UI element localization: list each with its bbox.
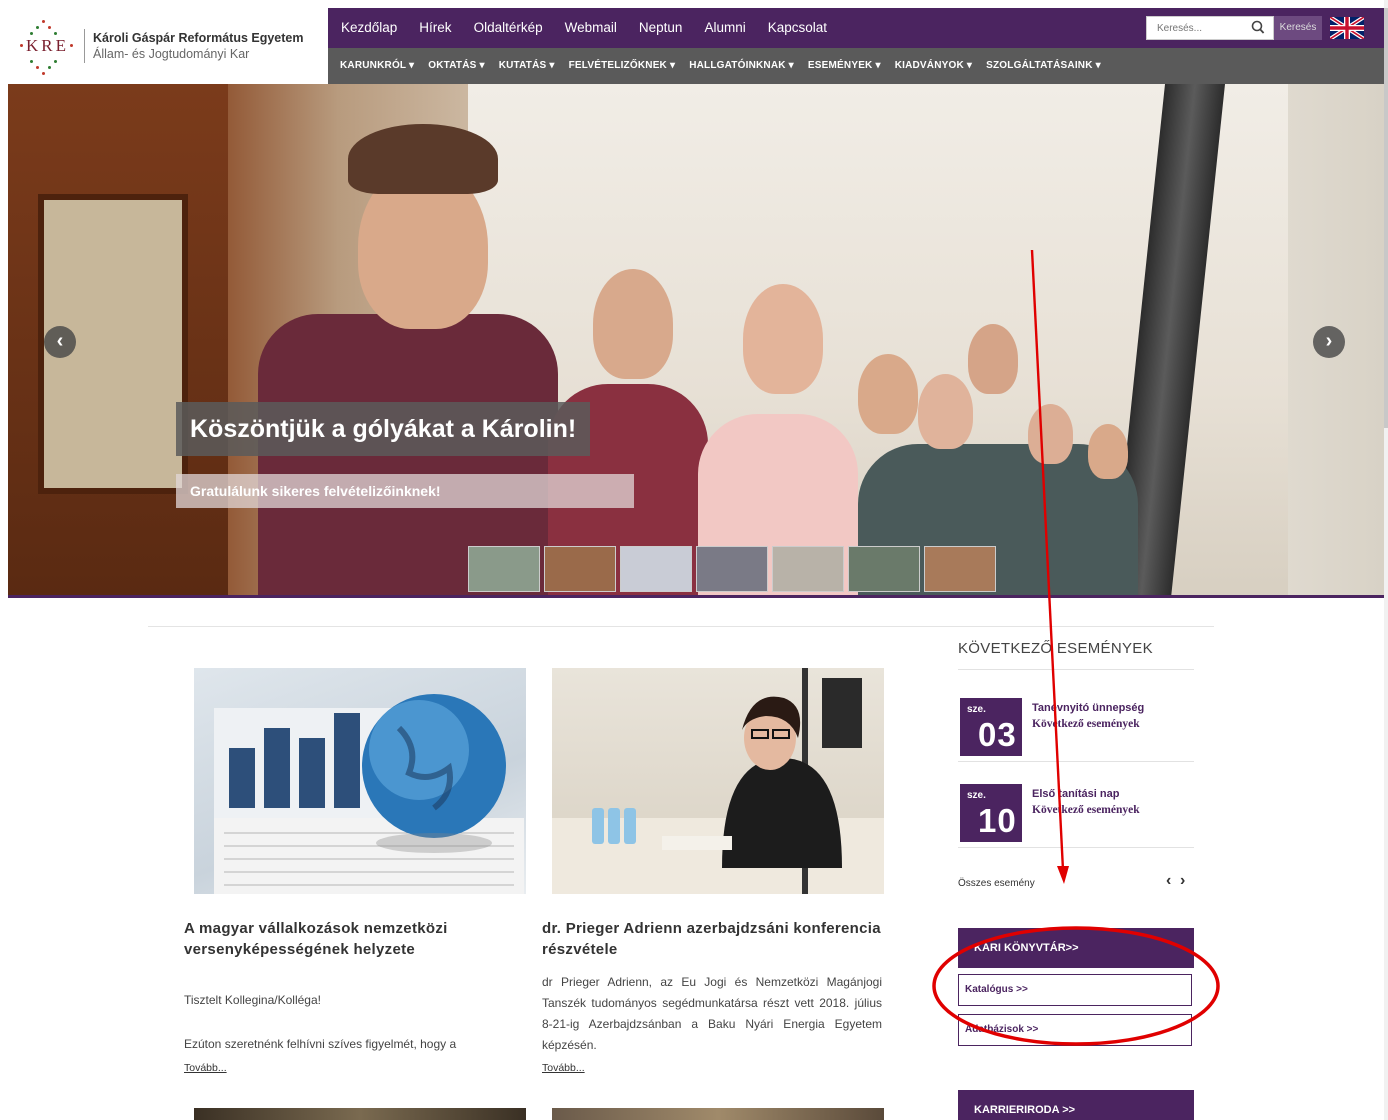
chart-globe-illustration: [214, 694, 524, 894]
chevron-right-icon[interactable]: ›: [1313, 326, 1345, 358]
event-date-box: sze. 10: [960, 784, 1022, 842]
top-link-alumni[interactable]: Alumni: [704, 20, 745, 35]
event-day: 03: [978, 716, 1017, 753]
logo-mark-text: KRE: [26, 36, 69, 55]
page: KRE Károli Gáspár Református Egyetem Áll…: [0, 0, 1388, 1120]
site-header: KRE Károli Gáspár Református Egyetem Áll…: [0, 8, 1384, 84]
top-link-kapcsolat[interactable]: Kapcsolat: [768, 20, 827, 35]
sidebar: KÖVETKEZŐ ESEMÉNYEK sze. 03 Tanévnyitó ü…: [958, 640, 1194, 1120]
catalog-link[interactable]: Katalógus >>: [958, 974, 1192, 1006]
nav-felvetelizoknek[interactable]: FELVÉTELIZŐKNEK ▾: [569, 60, 676, 71]
hero-person-face: [593, 269, 673, 379]
nav-oktatas[interactable]: OKTATÁS ▾: [428, 60, 484, 71]
article-image-chart-globe[interactable]: [194, 668, 526, 894]
top-bar: Kezdőlap Hírek Oldaltérkép Webmail Neptu…: [328, 8, 1384, 48]
hero-person-face: [858, 354, 918, 434]
article-title[interactable]: dr. Prieger Adrienn azerbajdzsáni konfer…: [542, 918, 882, 960]
chevron-left-icon[interactable]: ‹: [44, 326, 76, 358]
article-image-partial[interactable]: [194, 1108, 526, 1120]
event-title[interactable]: Első tanítási nap: [1032, 788, 1119, 800]
hero-thumbnail[interactable]: [544, 546, 616, 592]
search-button[interactable]: Keresés: [1274, 16, 1322, 40]
databases-link[interactable]: Adatbázisok >>: [958, 1014, 1192, 1046]
hero-person-face: [918, 374, 973, 449]
hero-thumbnail[interactable]: [620, 546, 692, 592]
article-paragraph: Ezúton szeretnénk felhívni szíves figyel…: [184, 1037, 457, 1051]
site-logo[interactable]: KRE Károli Gáspár Református Egyetem Áll…: [0, 8, 328, 84]
nav-kiadvanyok[interactable]: KIADVÁNYOK ▾: [895, 60, 972, 71]
hero-thumbnail[interactable]: [924, 546, 996, 592]
page-scrollbar-thumb[interactable]: [1384, 8, 1388, 428]
nav-esemenyek[interactable]: ESEMÉNYEK ▾: [808, 60, 881, 71]
annotation-arrow-head: [1057, 866, 1069, 884]
logo-separator: [84, 29, 85, 63]
hero-thumbnail[interactable]: [468, 546, 540, 592]
article-more-link[interactable]: Tovább...: [184, 1062, 227, 1074]
main-nav: KARUNKRÓL ▾ OKTATÁS ▾ KUTATÁS ▾ FELVÉTEL…: [328, 48, 1384, 84]
article-paragraph: dr Prieger Adrienn, az Eu Jogi és Nemzet…: [542, 975, 882, 1052]
article-image-speaker[interactable]: [552, 668, 884, 894]
logo-text: Károli Gáspár Református Egyetem Állam- …: [93, 31, 304, 61]
hero-thumbnail[interactable]: [696, 546, 768, 592]
content-divider: [148, 626, 1214, 627]
hero-thumbnail[interactable]: [772, 546, 844, 592]
career-office-button[interactable]: KARRIERIRODA >>: [958, 1090, 1194, 1120]
top-link-hirek[interactable]: Hírek: [419, 20, 451, 35]
event-month: sze.: [967, 704, 986, 715]
events-next-icon[interactable]: ›: [1180, 872, 1185, 890]
uk-flag-icon[interactable]: [1330, 17, 1364, 39]
event-item[interactable]: sze. 10 Első tanítási nap Következő esem…: [958, 762, 1194, 848]
kre-logo-icon: KRE: [12, 14, 82, 78]
nav-kutatas[interactable]: KUTATÁS ▾: [499, 60, 555, 71]
event-subtitle[interactable]: Következő események: [1032, 804, 1140, 816]
article-image-partial[interactable]: [552, 1108, 884, 1120]
events-title: KÖVETKEZŐ ESEMÉNYEK: [958, 640, 1194, 670]
nav-hallgatoinknak[interactable]: HALLGATÓINKNAK ▾: [689, 60, 794, 71]
hero-caption: Köszöntjük a gólyákat a Károlin!: [176, 402, 591, 456]
event-item[interactable]: sze. 03 Tanévnyitó ünnepség Következő es…: [958, 676, 1194, 762]
news-article: A magyar vállalkozások nemzetközi versen…: [184, 668, 526, 1088]
hero-subcaption: Gratulálunk sikeres felvételizőinknek!: [176, 474, 634, 508]
event-title[interactable]: Tanévnyitó ünnepség: [1032, 702, 1144, 714]
faculty-name: Állam- és Jogtudományi Kar: [93, 47, 250, 61]
article-title[interactable]: A magyar vállalkozások nemzetközi versen…: [184, 918, 524, 960]
university-name: Károli Gáspár Református Egyetem: [93, 31, 304, 45]
event-date-box: sze. 03: [960, 698, 1022, 756]
hero-person-face: [1028, 404, 1073, 464]
event-day: 10: [978, 802, 1017, 839]
top-link-kezdolap[interactable]: Kezdőlap: [341, 20, 397, 35]
hero-slider: Köszöntjük a gólyákat a Károlin! Gratulá…: [8, 84, 1384, 598]
hero-person-face: [968, 324, 1018, 394]
hero-person-hair: [348, 124, 498, 194]
hero-thumbnail[interactable]: [848, 546, 920, 592]
event-month: sze.: [967, 790, 986, 801]
search-icon[interactable]: [1251, 20, 1265, 36]
events-prev-icon[interactable]: ‹: [1166, 872, 1171, 890]
speaker-photo-illustration: [552, 668, 884, 894]
top-link-webmail[interactable]: Webmail: [565, 20, 617, 35]
top-link-oldalterkep[interactable]: Oldaltérkép: [474, 20, 543, 35]
search-box: [1146, 16, 1274, 40]
event-subtitle[interactable]: Következő események: [1032, 718, 1140, 730]
nav-karunkrol[interactable]: KARUNKRÓL ▾: [340, 60, 414, 71]
article-paragraph: Tisztelt Kollegina/Kolléga!: [184, 993, 321, 1007]
library-button[interactable]: KARI KÖNYVTÁR>>: [958, 928, 1194, 968]
search-input[interactable]: [1147, 17, 1247, 39]
article-more-link[interactable]: Tovább...: [542, 1062, 585, 1074]
hero-person-face: [1088, 424, 1128, 479]
nav-szolgaltatasaink[interactable]: SZOLGÁLTATÁSAINK ▾: [986, 60, 1101, 71]
hero-thumbnails: [468, 546, 996, 592]
all-events-link[interactable]: Összes esemény: [958, 878, 1035, 889]
news-article: dr. Prieger Adrienn azerbajdzsáni konfer…: [542, 668, 884, 1088]
hero-person-face: [743, 284, 823, 394]
top-links: Kezdőlap Hírek Oldaltérkép Webmail Neptu…: [341, 20, 827, 35]
top-link-neptun[interactable]: Neptun: [639, 20, 683, 35]
